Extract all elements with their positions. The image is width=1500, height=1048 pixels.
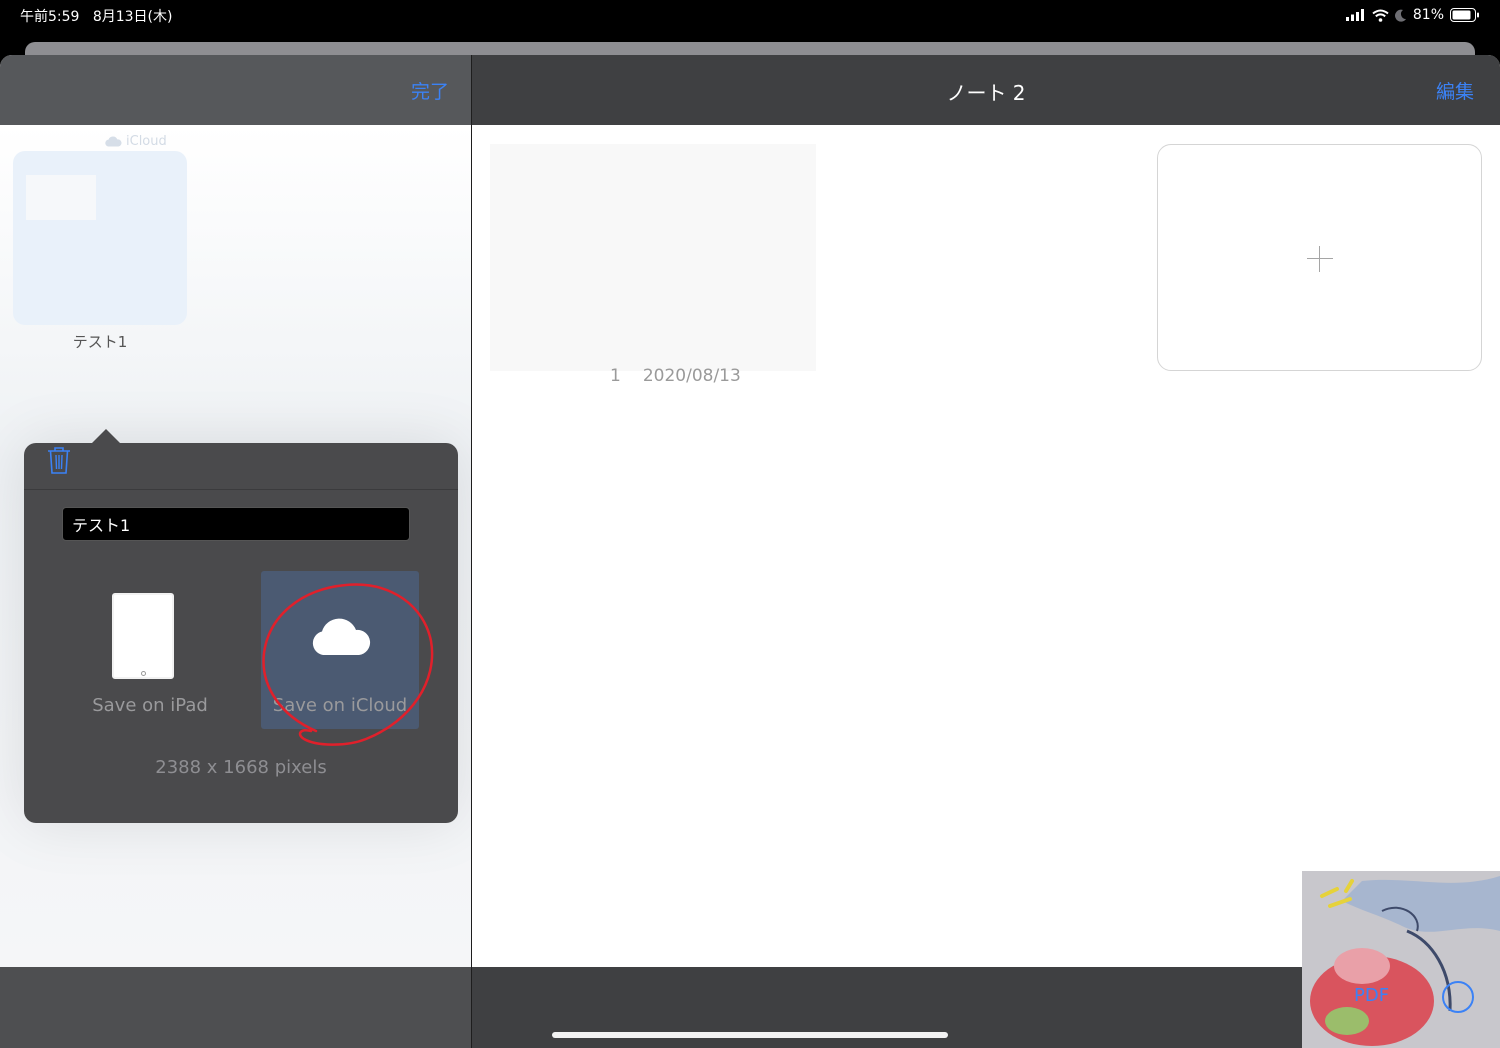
battery-percent: 81% <box>1412 7 1444 23</box>
note-tile-name: テスト1 <box>72 333 128 351</box>
library-panel: iCloud テスト1 テスト1 Save on iPad Save on iC… <box>0 125 471 967</box>
page-info: 1 2020/08/13 <box>610 366 741 386</box>
status-time-date: 午前5:59 8月13日(木) <box>20 6 172 26</box>
notebook-title: ノート 2 <box>946 81 1026 105</box>
note-tile-preview <box>26 175 96 220</box>
add-page-button[interactable] <box>1157 144 1482 371</box>
pages-panel: 1 2020/08/13 <box>472 125 1500 967</box>
edit-button[interactable]: 編集 <box>1436 77 1474 104</box>
background-window-edge <box>25 42 1475 56</box>
note-name-field[interactable] <box>62 507 410 541</box>
status-indicators: 81% <box>1345 6 1480 24</box>
page-thumbnail[interactable]: 1 2020/08/13 <box>490 144 816 386</box>
notebook-header: ノート 2 編集 <box>472 55 1500 125</box>
wifi-icon <box>1372 9 1389 22</box>
moon-icon <box>1394 9 1406 22</box>
icloud-badge: iCloud <box>104 134 167 149</box>
status-bar: 午前5:59 8月13日(木) 81% <box>0 0 1500 40</box>
status-time: 午前5:59 <box>20 9 80 25</box>
trash-icon[interactable] <box>46 445 72 475</box>
ipad-home-button <box>141 671 146 676</box>
share-icon[interactable] <box>1442 981 1474 1013</box>
popover-arrow <box>92 429 120 443</box>
page-date: 2020/08/13 <box>642 366 741 386</box>
library-header: 完了 <box>0 55 471 125</box>
done-button[interactable]: 完了 <box>411 77 449 104</box>
battery-icon <box>1450 8 1479 22</box>
note-tile[interactable] <box>13 151 187 325</box>
save-options-popover: Save on iPad Save on iCloud 2388 x 1668 … <box>24 429 458 823</box>
apple-mascot-illustration <box>1302 871 1500 1048</box>
app-sheet: 完了 ノート 2 編集 iCloud テスト1 テスト1 Save on iPa… <box>0 55 1500 1048</box>
save-on-ipad-option[interactable]: Save on iPad <box>70 571 230 731</box>
cloud-icon <box>105 136 122 147</box>
plus-icon <box>1307 246 1333 272</box>
home-indicator <box>552 1032 948 1038</box>
ipad-icon <box>112 593 174 679</box>
save-on-ipad-label: Save on iPad <box>92 695 208 716</box>
page-number: 1 <box>610 366 621 386</box>
status-date: 8月13日(木) <box>92 9 173 25</box>
icloud-badge-label: iCloud <box>126 134 167 149</box>
red-annotation-circle <box>262 583 434 746</box>
canvas-size-label: 2388 x 1668 pixels <box>155 757 327 778</box>
pdf-button[interactable]: PDF <box>1354 985 1389 1006</box>
popover-header <box>24 443 458 490</box>
library-toolbar <box>0 967 471 1048</box>
signal-icon <box>1345 9 1364 21</box>
mascot-sticker: PDF <box>1302 871 1500 1048</box>
